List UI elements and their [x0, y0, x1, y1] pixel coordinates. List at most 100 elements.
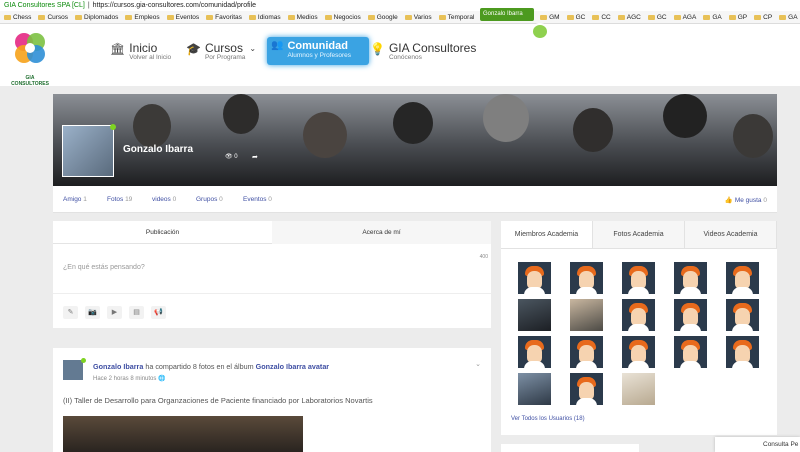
member-default-avatar[interactable] — [674, 299, 707, 331]
bookmark-item[interactable]: CP — [754, 11, 772, 23]
chevron-down-icon[interactable]: ⌄ — [475, 360, 481, 368]
bookmark-item[interactable]: Eventos — [166, 11, 199, 23]
member-photo[interactable] — [622, 373, 655, 405]
member-default-avatar[interactable] — [518, 262, 551, 294]
nav-gia[interactable]: 💡 GIA Consultores Conócenos — [370, 42, 476, 62]
post-album-link[interactable]: Gonzalo Ibarra avatar — [256, 362, 330, 371]
post-author-link[interactable]: Gonzalo Ibarra — [93, 362, 143, 371]
tab-publicacion[interactable]: Publicación — [53, 229, 272, 236]
bookmark-label: AGC — [626, 13, 641, 21]
member-photo[interactable] — [518, 299, 551, 331]
nav-comunidad[interactable]: 👥 Comunidad Alumnos y Profesores — [267, 37, 369, 65]
gia-logo[interactable] — [10, 28, 50, 74]
bookmark-item[interactable]: GA — [779, 11, 798, 23]
bookmark-label: GA — [712, 13, 722, 21]
bookmark-label: Google — [376, 13, 398, 21]
post-author-avatar[interactable] — [63, 360, 83, 380]
bookmarks-bar: Chess Cursos Diplomados Empleos Eventos Favor… — [0, 11, 800, 24]
member-default-avatar[interactable] — [674, 336, 707, 368]
members-tab[interactable]: Miembros Academia — [501, 221, 593, 248]
avatar-body — [524, 287, 545, 294]
bookmark-item[interactable]: GP — [728, 11, 747, 23]
bookmark-item[interactable]: Diplomados — [75, 11, 118, 23]
bookmark-item[interactable]: GC — [647, 11, 667, 23]
members-tabs: Miembros Academia Fotos Academia Videos Ac… — [501, 221, 777, 249]
bookmark-item[interactable]: AGC — [617, 11, 641, 23]
member-default-avatar[interactable] — [570, 373, 603, 405]
members-widget: Miembros Academia Fotos Academia Videos Ac… — [501, 221, 777, 435]
profile-tab-grupos[interactable]: Grupos 0 — [196, 196, 223, 203]
bookmark-item[interactable]: Favoritas — [206, 11, 242, 23]
members-tab[interactable]: Videos Academia — [685, 221, 777, 248]
bookmark-item[interactable]: Temporal — [438, 11, 474, 23]
megaphone-icon[interactable]: 📢 — [151, 306, 166, 319]
post-composer[interactable]: ¿En qué estás pensando? 400 ✎ 📷 ▶ ▤ 📢 — [53, 244, 491, 328]
chat-widget[interactable]: Consulta Pe — [715, 437, 800, 452]
bookmark-label: Idiomas — [257, 13, 281, 21]
post-action: ha compartido 8 fotos en el álbum — [145, 362, 254, 371]
share-icon[interactable]: ➦ — [252, 153, 258, 161]
bookmark-item[interactable]: Google — [367, 11, 398, 23]
members-tab[interactable]: Fotos Academia — [593, 221, 685, 248]
post-photo[interactable] — [63, 416, 303, 452]
bookmark-item[interactable]: Varios — [404, 11, 432, 23]
profile-tab-eventos[interactable]: Eventos 0 — [243, 196, 272, 203]
post-header: Gonzalo Ibarra ha compartido 8 fotos en … — [93, 362, 329, 371]
tab-acerca-de-mi[interactable]: Acerca de mí — [272, 221, 491, 244]
address-bar[interactable]: GIA Consultores SPA [CL] | https://curso… — [0, 0, 800, 11]
member-default-avatar[interactable] — [622, 262, 655, 294]
nav-inicio[interactable]: 🏛 Inicio Volver al Inicio — [110, 42, 171, 62]
folder-icon — [703, 14, 711, 20]
member-default-avatar[interactable] — [622, 299, 655, 331]
nav-cursos[interactable]: 🎓 Cursos Por Programa ⌄ — [186, 42, 256, 62]
pencil-icon[interactable]: ✎ — [63, 306, 78, 319]
profile-tab-videos[interactable]: videos 0 — [152, 196, 176, 203]
bookmark-item[interactable]: Negocios — [324, 11, 361, 23]
folder-icon — [125, 14, 133, 20]
profile-tab-fotos[interactable]: Fotos 19 — [107, 196, 132, 203]
folder-icon — [324, 14, 332, 20]
member-default-avatar[interactable] — [726, 299, 759, 331]
member-default-avatar[interactable] — [726, 336, 759, 368]
like-label: Me gusta — [734, 197, 762, 204]
bookmark-label: Medios — [296, 13, 318, 21]
bookmark-item[interactable]: Cursos — [38, 11, 68, 23]
bookmark-item[interactable]: AGA — [673, 11, 696, 23]
member-default-avatar[interactable] — [570, 336, 603, 368]
member-default-avatar[interactable] — [570, 262, 603, 294]
folder-icon — [248, 14, 256, 20]
composer-placeholder[interactable]: ¿En qué estás pensando? — [63, 264, 145, 271]
bookmark-item[interactable]: GM — [540, 11, 560, 23]
profile-avatar[interactable] — [62, 125, 114, 177]
avatar-body — [628, 361, 649, 368]
video-icon[interactable]: ▶ — [107, 306, 122, 319]
member-default-avatar[interactable] — [518, 336, 551, 368]
see-all-users-link[interactable]: Ver Todos los Usuarios (18) — [511, 416, 585, 422]
url-text[interactable]: https://cursos.gia-consultores.com/comun… — [93, 0, 256, 11]
member-default-avatar[interactable] — [674, 262, 707, 294]
member-default-avatar[interactable] — [622, 336, 655, 368]
bookmark-item[interactable]: Empleos — [125, 11, 160, 23]
bookmark-item[interactable]: Chess — [4, 11, 31, 23]
member-default-avatar[interactable] — [726, 262, 759, 294]
bookmark-item[interactable]: CC — [592, 11, 611, 23]
member-photo[interactable] — [570, 299, 603, 331]
bookmark-label: Diplomados — [84, 13, 119, 21]
camera-icon[interactable]: 📷 — [85, 306, 100, 319]
user-pill[interactable]: Gonzalo Ibarra — [480, 8, 534, 21]
bookmark-item[interactable]: Medios — [287, 11, 318, 23]
nav-comunidad-sub: Alumnos y Profesores — [287, 52, 352, 59]
like-button[interactable]: 👍 Me gusta 0 — [725, 196, 767, 204]
profile-tab-amigo[interactable]: Amigo 1 — [63, 196, 87, 203]
avatar-body — [732, 287, 753, 294]
tab-count: 1 — [83, 196, 87, 203]
bookmark-label: CC — [601, 13, 611, 21]
online-status-dot — [81, 358, 86, 363]
like-count: 0 — [763, 197, 767, 204]
calendar-icon[interactable]: ▤ — [129, 306, 144, 319]
bookmark-item[interactable]: Idiomas — [248, 11, 281, 23]
member-photo[interactable] — [518, 373, 551, 405]
bookmark-label: CP — [763, 13, 773, 21]
bookmark-item[interactable]: GA — [703, 11, 722, 23]
bookmark-item[interactable]: GC — [566, 11, 585, 23]
